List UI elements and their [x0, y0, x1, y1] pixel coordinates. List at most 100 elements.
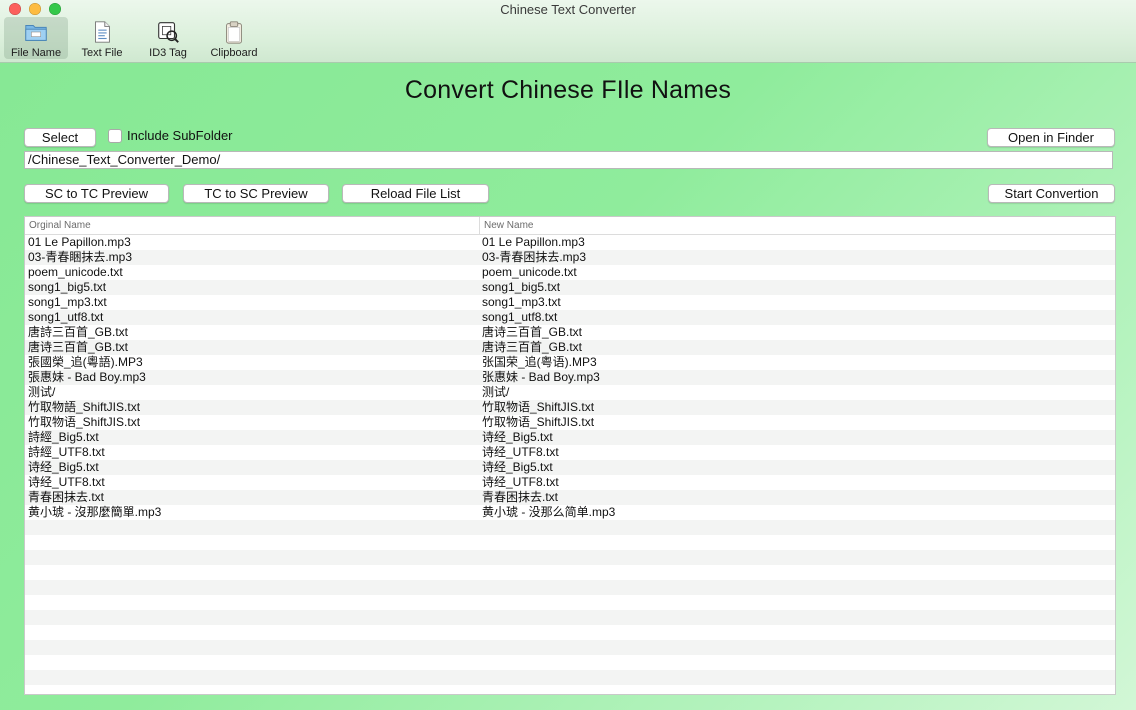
id3-tag-icon: [158, 22, 179, 43]
new-name-cell: 唐诗三百首_GB.txt: [482, 340, 583, 354]
tc-to-sc-preview-button[interactable]: TC to SC Preview: [183, 184, 329, 203]
original-name-cell: [25, 565, 479, 580]
table-row[interactable]: 張惠妹 - Bad Boy.mp3 张惠妹 - Bad Boy.mp3: [25, 370, 1115, 385]
tab-id3-tag[interactable]: ID3 Tag: [136, 17, 200, 59]
empty-table-row: [25, 565, 1115, 580]
tab-id3-tag-label: ID3 Tag: [149, 47, 187, 59]
new-name-cell: 张惠妹 - Bad Boy.mp3: [482, 370, 600, 384]
new-name-cell: 诗经_UTF8.txt: [482, 475, 559, 489]
original-name-cell: [25, 625, 479, 640]
include-subfolder-label: Include SubFolder: [127, 128, 233, 143]
tab-file-name[interactable]: File Name: [4, 17, 68, 59]
original-name-cell: 01 Le Papillon.mp3: [28, 235, 131, 249]
original-name-cell: 03-青春睏抹去.mp3: [28, 250, 133, 264]
table-row[interactable]: 测试/测试/: [25, 385, 1115, 400]
new-name-cell: 张国荣_追(粤语).MP3: [482, 355, 597, 369]
table-row[interactable]: 唐詩三百首_GB.txt 唐诗三百首_GB.txt: [25, 325, 1115, 340]
original-name-cell: poem_unicode.txt: [28, 265, 123, 279]
empty-table-row: [25, 580, 1115, 595]
original-name-cell: [25, 550, 479, 565]
toolbar: File Name Text File ID3 Tag Clipboard: [4, 17, 266, 59]
new-name-cell: [479, 595, 1115, 610]
column-header-original-name[interactable]: Orginal Name: [25, 217, 480, 234]
new-name-cell: 竹取物语_ShiftJIS.txt: [482, 415, 595, 429]
original-name-cell: [25, 670, 479, 685]
original-name-cell: song1_big5.txt: [28, 280, 107, 294]
empty-table-row: [25, 550, 1115, 565]
table-row[interactable]: 竹取物语_ShiftJIS.txt 竹取物语_ShiftJIS.txt: [25, 415, 1115, 430]
original-name-cell: 青春困抹去.txt: [28, 490, 105, 504]
empty-table-row: [25, 520, 1115, 535]
new-name-cell: [479, 610, 1115, 625]
original-name-cell: [25, 580, 479, 595]
original-name-cell: 唐詩三百首_GB.txt: [28, 325, 129, 339]
original-name-cell: 诗经_UTF8.txt: [28, 475, 105, 489]
original-name-cell: 诗经_Big5.txt: [28, 460, 99, 474]
new-name-cell: 诗经_Big5.txt: [482, 430, 553, 444]
text-file-icon: [95, 21, 110, 43]
table-row[interactable]: 黄小琥 - 沒那麼簡單.mp3 黄小琥 - 没那么简单.mp3: [25, 505, 1115, 520]
empty-table-row: [25, 535, 1115, 550]
original-name-cell: [25, 610, 479, 625]
clipboard-icon: [226, 21, 242, 44]
table-row[interactable]: song1_mp3.txt song1_mp3.txt: [25, 295, 1115, 310]
table-row[interactable]: 03-青春睏抹去.mp3 03-青春困抹去.mp3: [25, 250, 1115, 265]
original-name-cell: 测试/: [28, 385, 56, 399]
folder-path-field[interactable]: [24, 151, 1113, 169]
table-row[interactable]: song1_utf8.txt song1_utf8.txt: [25, 310, 1115, 325]
tab-text-file[interactable]: Text File: [70, 17, 134, 59]
original-name-cell: [25, 655, 479, 670]
original-name-cell: 竹取物語_ShiftJIS.txt: [28, 400, 141, 414]
table-row[interactable]: 詩經_Big5.txt 诗经_Big5.txt: [25, 430, 1115, 445]
new-name-cell: song1_utf8.txt: [482, 310, 558, 324]
original-name-cell: [25, 520, 479, 535]
original-name-cell: song1_mp3.txt: [28, 295, 107, 309]
tab-file-name-label: File Name: [10, 47, 62, 59]
select-button[interactable]: Select: [24, 128, 96, 147]
column-header-new-name[interactable]: New Name: [480, 217, 1115, 234]
include-subfolder-checkbox[interactable]: [108, 128, 122, 143]
include-subfolder-option[interactable]: Include SubFolder: [108, 128, 233, 143]
sc-to-tc-preview-button[interactable]: SC to TC Preview: [24, 184, 169, 203]
empty-table-row: [25, 625, 1115, 640]
open-in-finder-button[interactable]: Open in Finder: [987, 128, 1115, 147]
empty-table-row: [25, 610, 1115, 625]
table-row[interactable]: 诗经_Big5.txt 诗经_Big5.txt: [25, 460, 1115, 475]
empty-table-row: [25, 640, 1115, 655]
empty-table-row: [25, 595, 1115, 610]
original-name-cell: 詩經_UTF8.txt: [28, 445, 105, 459]
table-row[interactable]: 唐诗三百首_GB.txt 唐诗三百首_GB.txt: [25, 340, 1115, 355]
table-row[interactable]: 張國榮_追(粵語).MP3 张国荣_追(粤语).MP3: [25, 355, 1115, 370]
new-name-cell: 03-青春困抹去.mp3: [482, 250, 587, 264]
new-name-cell: [479, 580, 1115, 595]
start-convertion-button[interactable]: Start Convertion: [988, 184, 1115, 203]
tab-clipboard-label: Clipboard: [210, 47, 258, 59]
new-name-cell: 诗经_UTF8.txt: [482, 445, 559, 459]
file-table[interactable]: Orginal Name New Name 01 Le Papillon.mp3…: [24, 216, 1116, 695]
new-name-cell: 唐诗三百首_GB.txt: [482, 325, 583, 339]
original-name-cell: 張惠妹 - Bad Boy.mp3: [28, 370, 146, 384]
table-row[interactable]: 诗经_UTF8.txt 诗经_UTF8.txt: [25, 475, 1115, 490]
new-name-cell: [479, 640, 1115, 655]
new-name-cell: 诗经_Big5.txt: [482, 460, 553, 474]
new-name-cell: [479, 625, 1115, 640]
table-body: 01 Le Papillon.mp3 01 Le Papillon.mp3 03-青…: [25, 235, 1115, 685]
new-name-cell: [479, 655, 1115, 670]
table-row[interactable]: 01 Le Papillon.mp3 01 Le Papillon.mp3: [25, 235, 1115, 250]
original-name-cell: 唐诗三百首_GB.txt: [28, 340, 129, 354]
reload-file-list-button[interactable]: Reload File List: [342, 184, 489, 203]
tab-clipboard[interactable]: Clipboard: [202, 17, 266, 59]
empty-table-row: [25, 670, 1115, 685]
table-row[interactable]: song1_big5.txt song1_big5.txt: [25, 280, 1115, 295]
original-name-cell: [25, 640, 479, 655]
table-row[interactable]: poem_unicode.txt poem_unicode.txt: [25, 265, 1115, 280]
page-title: Convert Chinese FIle Names: [404, 76, 732, 104]
original-name-cell: 張國榮_追(粵語).MP3: [28, 355, 143, 369]
table-row[interactable]: 竹取物語_ShiftJIS.txt 竹取物语_ShiftJIS.txt: [25, 400, 1115, 415]
table-row[interactable]: 青春困抹去.txt 青春困抹去.txt: [25, 490, 1115, 505]
empty-table-row: [25, 655, 1115, 670]
new-name-cell: 测试/: [482, 385, 510, 399]
original-name-cell: 詩經_Big5.txt: [28, 430, 99, 444]
table-row[interactable]: 詩經_UTF8.txt 诗经_UTF8.txt: [25, 445, 1115, 460]
original-name-cell: song1_utf8.txt: [28, 310, 104, 324]
